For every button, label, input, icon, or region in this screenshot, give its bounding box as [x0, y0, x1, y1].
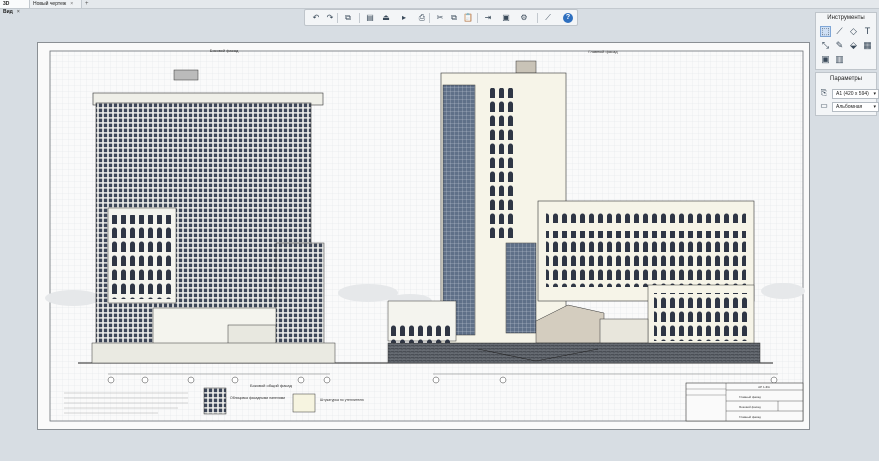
frame-icon[interactable]: ▣ [501, 13, 511, 23]
print-icon[interactable]: ⎙ [417, 13, 427, 23]
orientation-value: Альбомная [836, 104, 863, 110]
select-tool-icon[interactable]: ⬚ [820, 26, 831, 37]
undo-icon[interactable]: ↶ [311, 13, 321, 23]
close-icon[interactable]: × [70, 1, 73, 7]
layers-icon[interactable]: ▤ [365, 13, 375, 23]
close-icon[interactable]: × [17, 9, 20, 15]
toolbar-separator [429, 13, 430, 23]
orientation-icon: ▭ [820, 101, 828, 110]
tab-3d-view[interactable]: 3D Вид × [0, 0, 30, 15]
cut-icon[interactable]: ✂ [435, 13, 445, 23]
stamp-row-2: Боковой фасад [739, 405, 761, 409]
facade-drawing: Боковой фасад Главный фасад Боковой общи… [45, 48, 805, 422]
add-tab-icon[interactable]: + [85, 0, 89, 8]
parameters-panel-title: Параметры [830, 76, 862, 82]
image-tool-icon[interactable]: ▦ [862, 40, 873, 51]
line-tool-icon[interactable]: ⟋ [834, 26, 845, 37]
tab-new-drawing[interactable]: Новый чертеж × [30, 0, 82, 8]
export-icon[interactable]: ▸ [399, 13, 409, 23]
tab-label: 3D Вид [3, 1, 13, 15]
shape-tool-icon[interactable]: ◇ [848, 26, 859, 37]
side-facade-caption: Боковой общий фасад [250, 383, 293, 388]
sheet-format-value: А1 (420 х 594) [836, 91, 869, 97]
legend-swatch-panels [203, 387, 227, 415]
stamp-row-1: Главный фасад [739, 395, 761, 399]
text-tool-icon[interactable]: T [862, 26, 873, 37]
toolbar-separator [337, 13, 338, 23]
orientation-select[interactable]: Альбомная ▾ [832, 102, 879, 112]
tab-label: Новый чертеж [33, 1, 67, 7]
dimension-tool-icon[interactable]: ⤡ [820, 40, 831, 51]
toolbar-separator [537, 13, 538, 23]
paste-icon[interactable]: 📋 [463, 13, 473, 23]
redo-icon[interactable]: ↷ [325, 13, 335, 23]
legend-note-plaster: Штукатурка по утеплителю [320, 398, 364, 402]
stamp-row-3: Главный фасад [739, 415, 761, 419]
drawing-sheet[interactable]: Боковой фасад Главный фасад Боковой общи… [37, 42, 810, 430]
print-preview-icon[interactable]: ⏏ [381, 13, 391, 23]
copy-icon[interactable]: ⧉ [449, 13, 459, 23]
tools-panel: Инструменты ⬚ ⟋ ◇ T ⤡ ✎ ⬙ ▦ ▣ ▥ [815, 12, 877, 70]
toolbar-separator [359, 13, 360, 23]
table-tool-icon[interactable]: ▥ [834, 54, 845, 65]
chevron-down-icon: ▾ [873, 104, 876, 110]
side-facade-building [91, 69, 336, 364]
main-toolbar: ↶ ↷ ⧉ ▤ ⏏ ▸ ⎙ ✂ ⧉ 📋 ⇥ ▣ ⚙ ⟋? [304, 9, 578, 26]
align-icon[interactable]: ⇥ [483, 13, 493, 23]
sheet-format-select[interactable]: А1 (420 х 594) ▾ [832, 89, 879, 99]
tools-panel-title: Инструменты [827, 15, 865, 21]
toolbar-separator [477, 13, 478, 23]
document-tab-bar: 3D Вид × Новый чертеж × + [0, 0, 879, 15]
legend-swatch-plaster [292, 393, 316, 413]
help-icon[interactable]: ? [563, 13, 573, 23]
sheet-format-icon: ⎘ [820, 88, 828, 97]
side-facade-title: Боковой фасад [210, 48, 239, 53]
copy-view-icon[interactable]: ⧉ [343, 13, 353, 23]
main-facade-title: Главный фасад [588, 49, 618, 54]
measure-icon[interactable]: ⟋ [543, 13, 553, 23]
stamp-code: АР 1-ФА [758, 385, 770, 389]
chevron-down-icon: ▾ [873, 91, 876, 97]
settings-icon[interactable]: ⚙ [519, 13, 529, 23]
legend-note-panels: Облицовка фасадными панелями [230, 396, 285, 400]
parameters-panel: Параметры ⎘ А1 (420 х 594) ▾ ▭ Альбомная… [815, 72, 879, 116]
fill-tool-icon[interactable]: ⬙ [848, 40, 859, 51]
view-tool-icon[interactable]: ▣ [820, 54, 831, 65]
pen-tool-icon[interactable]: ✎ [834, 40, 845, 51]
